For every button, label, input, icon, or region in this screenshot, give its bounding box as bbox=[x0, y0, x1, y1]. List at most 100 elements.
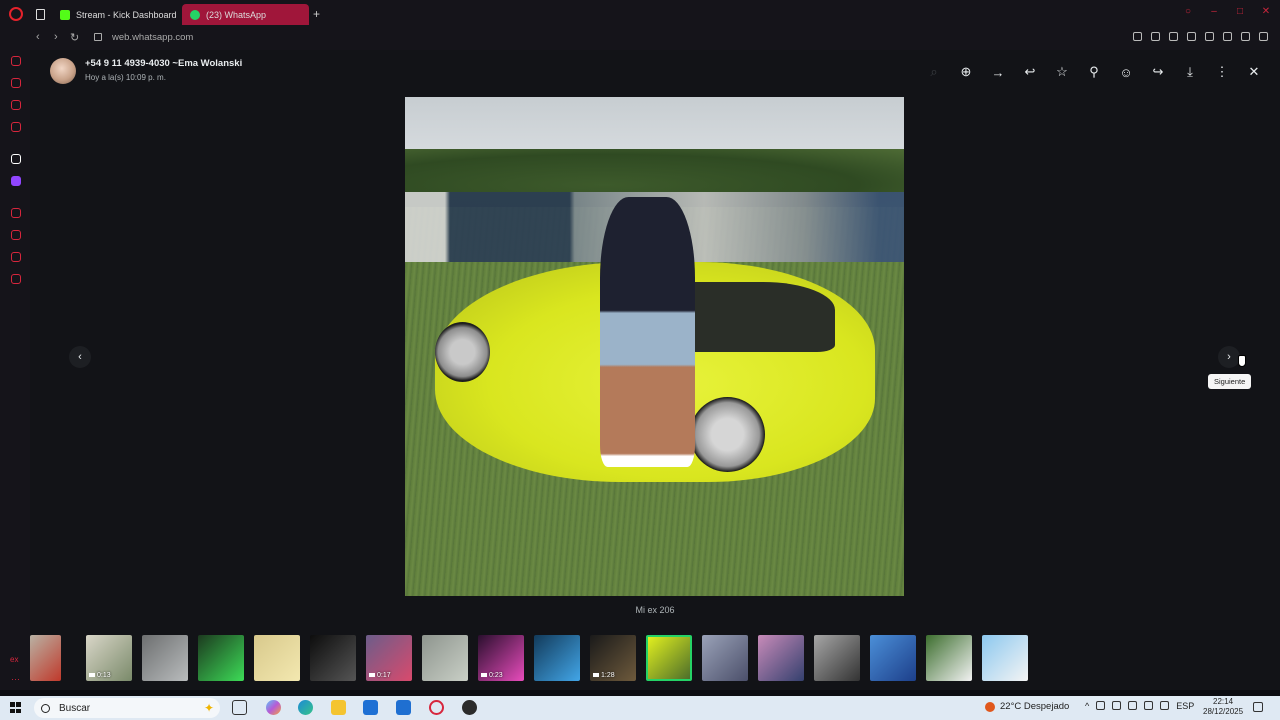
media-thumbnail[interactable] bbox=[534, 635, 580, 681]
star-icon[interactable]: ☆ bbox=[1052, 62, 1072, 82]
input-language[interactable]: ESP bbox=[1176, 701, 1194, 711]
media-thumbnail[interactable] bbox=[926, 635, 972, 681]
tray-mic-icon[interactable] bbox=[1128, 701, 1138, 710]
play-icon[interactable] bbox=[1187, 32, 1196, 41]
zoom-out-icon[interactable]: ⌕ bbox=[924, 62, 944, 82]
clock-date: 28/12/2025 bbox=[1203, 707, 1244, 716]
sidebar-messenger-icon[interactable] bbox=[11, 100, 21, 110]
sidebar-more-icon[interactable]: ··· bbox=[11, 674, 20, 684]
minimize-button[interactable]: – bbox=[1208, 6, 1220, 17]
sidebar-label: ex bbox=[10, 655, 19, 664]
react-icon[interactable]: ☺ bbox=[1116, 62, 1136, 82]
outlook-icon[interactable] bbox=[396, 700, 411, 715]
avatar[interactable] bbox=[50, 58, 76, 84]
browser-chrome: Stream - Kick Dashboard (23) WhatsApp + … bbox=[0, 0, 1280, 50]
message-timestamp: Hoy a la(s) 10:09 p. m. bbox=[85, 73, 166, 82]
media-thumbnail[interactable]: 0:17 bbox=[366, 635, 412, 681]
search-placeholder: Buscar bbox=[59, 702, 91, 714]
next-media-button[interactable]: › bbox=[1218, 346, 1240, 368]
maximize-button[interactable]: □ bbox=[1234, 6, 1246, 17]
shield-icon[interactable] bbox=[1169, 32, 1178, 41]
media-thumbnail[interactable] bbox=[198, 635, 244, 681]
download-icon[interactable]: ⤓ bbox=[1180, 62, 1200, 82]
opera-taskbar-icon[interactable] bbox=[429, 700, 444, 715]
media-thumbnail[interactable] bbox=[870, 635, 916, 681]
tray-volume-icon[interactable] bbox=[1160, 701, 1170, 710]
new-tab-button[interactable]: + bbox=[313, 7, 320, 21]
task-view-icon[interactable] bbox=[232, 700, 247, 715]
pin-icon[interactable]: ⚲ bbox=[1084, 62, 1104, 82]
pin-extension-icon[interactable] bbox=[1133, 32, 1142, 41]
opera-logo-icon[interactable] bbox=[9, 7, 23, 21]
media-thumbnail[interactable] bbox=[142, 635, 188, 681]
video-camera-icon bbox=[593, 673, 599, 677]
heart-icon[interactable] bbox=[1205, 32, 1214, 41]
clock[interactable]: 22:14 28/12/2025 bbox=[1203, 697, 1243, 717]
reload-button[interactable]: ↻ bbox=[70, 31, 79, 44]
menu-icon[interactable]: ⋮ bbox=[1212, 62, 1232, 82]
media-thumbnail[interactable] bbox=[814, 635, 860, 681]
sidebar-kick-icon[interactable] bbox=[11, 154, 21, 164]
edge-icon[interactable] bbox=[298, 700, 313, 715]
profile-icon[interactable] bbox=[1223, 32, 1232, 41]
address-bar: ‹ › ↻ web.whatsapp.com bbox=[0, 28, 1280, 48]
sidebar-extensions-icon[interactable] bbox=[11, 252, 21, 262]
start-menu-icon[interactable] bbox=[10, 702, 21, 713]
weather-widget[interactable]: 22°C Despejado bbox=[985, 701, 1069, 712]
close-window-button[interactable]: ✕ bbox=[1260, 6, 1272, 17]
easy-setup-icon[interactable] bbox=[1259, 32, 1268, 41]
notifications-icon[interactable] bbox=[1253, 702, 1263, 712]
previous-media-button[interactable]: ‹ bbox=[69, 346, 91, 368]
sidebar-history-icon[interactable] bbox=[11, 230, 21, 240]
media-thumbnail[interactable] bbox=[310, 635, 356, 681]
media-thumbnail[interactable] bbox=[758, 635, 804, 681]
forward-icon[interactable]: ↪ bbox=[1148, 62, 1168, 82]
store-icon[interactable] bbox=[363, 700, 378, 715]
media-thumbnail[interactable]: 0:13 bbox=[86, 635, 132, 681]
copilot-icon[interactable] bbox=[266, 700, 281, 715]
taskbar-search[interactable]: Buscar ✦ bbox=[34, 698, 220, 718]
tab-list-icon[interactable] bbox=[36, 9, 45, 20]
sidebar-twitch-icon[interactable] bbox=[11, 176, 21, 186]
snapshot-icon[interactable] bbox=[1151, 32, 1160, 41]
media-thumbnail[interactable]: 0:23 bbox=[478, 635, 524, 681]
sidebar-settings-icon[interactable] bbox=[11, 274, 21, 284]
media-thumbnail[interactable] bbox=[30, 635, 61, 681]
tray-network-icon[interactable] bbox=[1112, 701, 1122, 710]
reply-icon[interactable]: ↩ bbox=[1020, 62, 1040, 82]
app-taskbar-icon[interactable] bbox=[462, 700, 477, 715]
video-duration: 1:28 bbox=[593, 672, 615, 679]
tab-whatsapp[interactable]: (23) WhatsApp bbox=[182, 4, 309, 25]
forward-button[interactable]: › bbox=[54, 31, 58, 43]
sidebar-news-icon[interactable] bbox=[11, 122, 21, 132]
go-to-message-icon[interactable]: → bbox=[988, 62, 1008, 82]
contact-name[interactable]: +54 9 11 4939-4030 ~Ema Wolanski bbox=[85, 58, 242, 69]
viewer-toolbar: ⌕ ⊕ → ↩ ☆ ⚲ ☺ ↪ ⤓ ⋮ ✕ bbox=[924, 62, 1264, 82]
tray-app-icon[interactable] bbox=[1096, 701, 1106, 710]
search-tabs-icon[interactable]: ○ bbox=[1182, 6, 1194, 17]
sidebar-ai-icon[interactable] bbox=[11, 56, 21, 66]
media-thumbnail[interactable] bbox=[422, 635, 468, 681]
media-thumbnail[interactable]: 1:28 bbox=[590, 635, 636, 681]
video-camera-icon bbox=[481, 673, 487, 677]
video-camera-icon bbox=[89, 673, 95, 677]
search-highlight-icon: ✦ bbox=[203, 701, 214, 715]
tray-wifi-icon[interactable] bbox=[1144, 701, 1154, 710]
tray-chevron-icon[interactable]: ^ bbox=[1085, 701, 1089, 711]
media-thumbnail[interactable] bbox=[982, 635, 1028, 681]
url-field[interactable]: web.whatsapp.com bbox=[112, 32, 193, 43]
zoom-in-icon[interactable]: ⊕ bbox=[956, 62, 976, 82]
taskbar: Buscar ✦ 22°C Despejado ^ ESP 22:14 28/1… bbox=[0, 696, 1280, 720]
sidebar-player-icon[interactable] bbox=[11, 208, 21, 218]
tab-kick-dashboard[interactable]: Stream - Kick Dashboard bbox=[52, 4, 180, 25]
media-thumbnail[interactable] bbox=[646, 635, 692, 681]
close-icon[interactable]: ✕ bbox=[1244, 62, 1264, 82]
media-viewer: +54 9 11 4939-4030 ~Ema Wolanski Hoy a l… bbox=[30, 50, 1280, 690]
media-thumbnail[interactable] bbox=[254, 635, 300, 681]
downloads-icon[interactable] bbox=[1241, 32, 1250, 41]
kick-favicon-icon bbox=[60, 9, 70, 20]
media-thumbnail[interactable] bbox=[702, 635, 748, 681]
back-button[interactable]: ‹ bbox=[36, 31, 40, 43]
sidebar-workspace-icon[interactable] bbox=[11, 78, 21, 88]
file-explorer-icon[interactable] bbox=[331, 700, 346, 715]
